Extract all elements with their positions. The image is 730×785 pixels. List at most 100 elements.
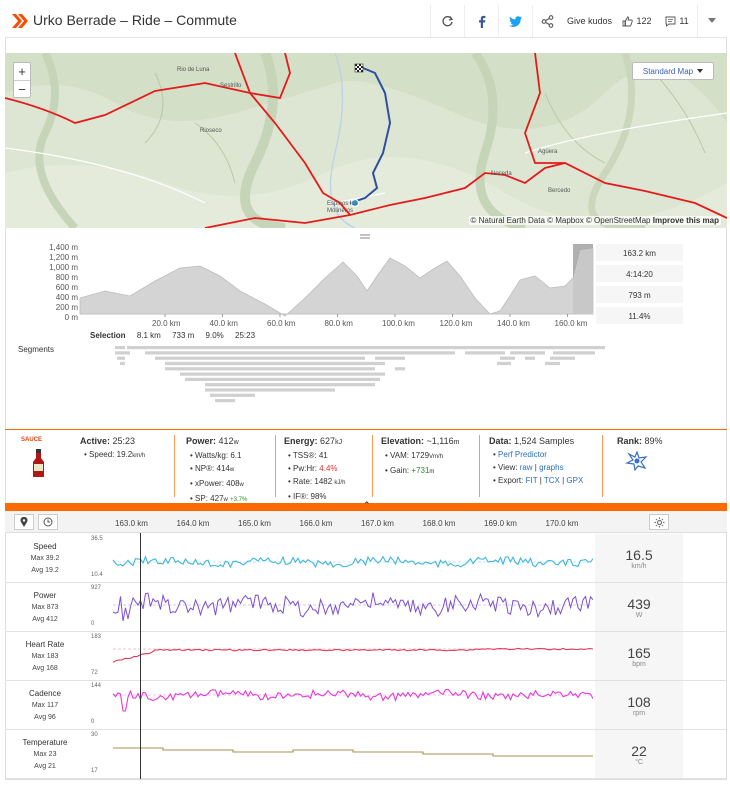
stream-row-heart-rate: Heart Rate Max 183 Avg 168 183 72 165 bpm [5,632,727,681]
stream-label: Power Max 873 Avg 412 [5,590,85,626]
stream-x-tick: 163.0 km [115,519,148,528]
segment-bar[interactable] [145,351,455,355]
stream-max: Max 183 [31,653,59,660]
segment-bar[interactable] [525,356,535,360]
sauce-elevation-col: Elevation: ~1,116m • VAM: 1729Vm/h • Gai… [381,435,481,479]
stream-unit: °C [635,759,643,766]
chart-settings-button[interactable] [649,514,669,530]
segment-bar[interactable] [210,393,255,397]
elev-x-tick: 140.0 km [497,319,530,328]
kudos-count-button[interactable]: 122 [617,5,657,37]
stream-label: Speed Max 39.2 Avg 19.2 [5,541,85,577]
segment-bar[interactable] [185,377,380,381]
elev-x-tick: 120.0 km [439,319,473,328]
zoom-out-button[interactable]: − [14,80,30,97]
segment-bar[interactable] [500,356,515,360]
segment-bar[interactable] [553,351,595,355]
map-style-dropdown[interactable]: Standard Map [632,62,714,80]
stream-name: Cadence [28,689,62,698]
zoom-in-button[interactable]: + [14,63,30,80]
view-raw-link[interactable]: raw [520,463,533,472]
stream-x-tick: 167.0 km [361,519,394,528]
perf-predictor-link[interactable]: Perf Predictor [498,450,547,459]
sauce-rank-col: Rank: 89% [617,435,687,475]
elev-x-tick: 80.0 km [324,319,353,328]
sauce-badge: SAUCE [21,437,43,443]
segment-bar[interactable] [545,361,560,366]
map-pin-icon [20,517,28,527]
segment-bar[interactable] [115,351,130,355]
time-mode-button[interactable] [38,514,58,530]
segment-bar[interactable] [115,346,125,350]
stream-avg: Avg 168 [32,665,58,672]
share-button[interactable] [532,5,562,37]
stream-line [112,592,593,621]
divider [174,435,175,497]
stream-current-value: 439 W [595,583,683,631]
export-fit-link[interactable]: FIT [526,476,538,485]
sauce-data-col: Data: 1,524 Samples • Perf Predictor • V… [489,436,584,485]
stream-chart[interactable] [93,534,593,582]
segment-bar[interactable] [375,356,405,360]
stream-value: 16.5 [625,547,653,563]
stream-chart[interactable] [93,632,593,680]
clock-icon [43,517,53,527]
map-place-label: Agüera [538,149,558,155]
segment-bar[interactable] [165,361,385,366]
segment-bar[interactable] [117,356,125,360]
distance-mode-button[interactable] [14,514,34,530]
stream-current-value: 108 rpm [595,681,683,729]
segment-bar[interactable] [120,361,125,366]
more-actions-button[interactable] [697,5,726,37]
export-tcx-link[interactable]: TCX [544,476,560,485]
divider [372,435,373,497]
refresh-button[interactable] [430,5,464,37]
segment-bar[interactable] [205,383,375,387]
stream-current-value: 165 bpm [595,632,683,680]
segment-bar[interactable] [510,351,545,355]
segment-bar[interactable] [465,351,505,355]
export-gpx-link[interactable]: GPX [566,476,583,485]
facebook-share-button[interactable] [464,5,498,37]
sauce-active-col: Active: 25:23 • Speed: 19.2km/h [80,435,170,463]
streams-toolbar: 163.0 km 164.0 km 165.0 km 166.0 km 167.0 km… [5,511,727,533]
segment-bar[interactable] [155,356,365,360]
selection-time: 25:23 [235,331,256,340]
give-kudos-button[interactable]: Give kudos [562,5,617,37]
segments-chart[interactable] [5,344,605,404]
strava-chevron-icon [12,14,28,28]
segment-bar[interactable] [395,367,405,371]
thumbs-up-icon [623,16,634,26]
kudos-count: 122 [636,16,652,26]
improve-map-link[interactable]: Improve this map [653,216,719,225]
stream-line [113,747,593,757]
view-graphs-link[interactable]: graphs [539,463,563,472]
facebook-icon [478,15,485,28]
stream-chart[interactable] [93,583,593,631]
comments-count: 11 [679,16,689,26]
stream-chart[interactable] [93,730,593,778]
twitter-share-button[interactable] [498,5,532,37]
stream-chart[interactable] [93,681,593,729]
stream-max: Max 873 [31,604,59,611]
streams-panel: 163.0 km 164.0 km 165.0 km 166.0 km 167.0 km… [5,511,727,779]
rank-badge-icon[interactable] [625,450,649,472]
segment-bar[interactable] [180,372,385,376]
segment-bar[interactable] [127,346,605,350]
segment-bar[interactable] [550,356,575,360]
elev-x-tick: 40.0 km [209,319,238,328]
stream-avg: Avg 412 [32,616,58,623]
segment-bar[interactable] [205,388,335,392]
segment-bar[interactable] [497,361,511,366]
comments-count-button[interactable]: 11 [657,5,697,37]
map-resize-handle[interactable] [360,226,370,239]
elev-stat: 793 m [596,286,683,305]
activity-header: Urko Berrade – Ride – Commute Give kudos… [5,5,727,38]
segment-bar[interactable] [165,367,375,371]
sauce-collapse-bar[interactable]: ⌃ [5,500,727,511]
tss-row: • TSS®: 41 [288,451,328,460]
route-map[interactable]: Rio de Luna Sestrillo Rioseco Espinos lo… [5,53,727,228]
stream-current-value: 22 °C [595,730,683,778]
map-place-label: Espinos los Molineros [327,201,358,214]
segment-bar[interactable] [215,399,235,403]
